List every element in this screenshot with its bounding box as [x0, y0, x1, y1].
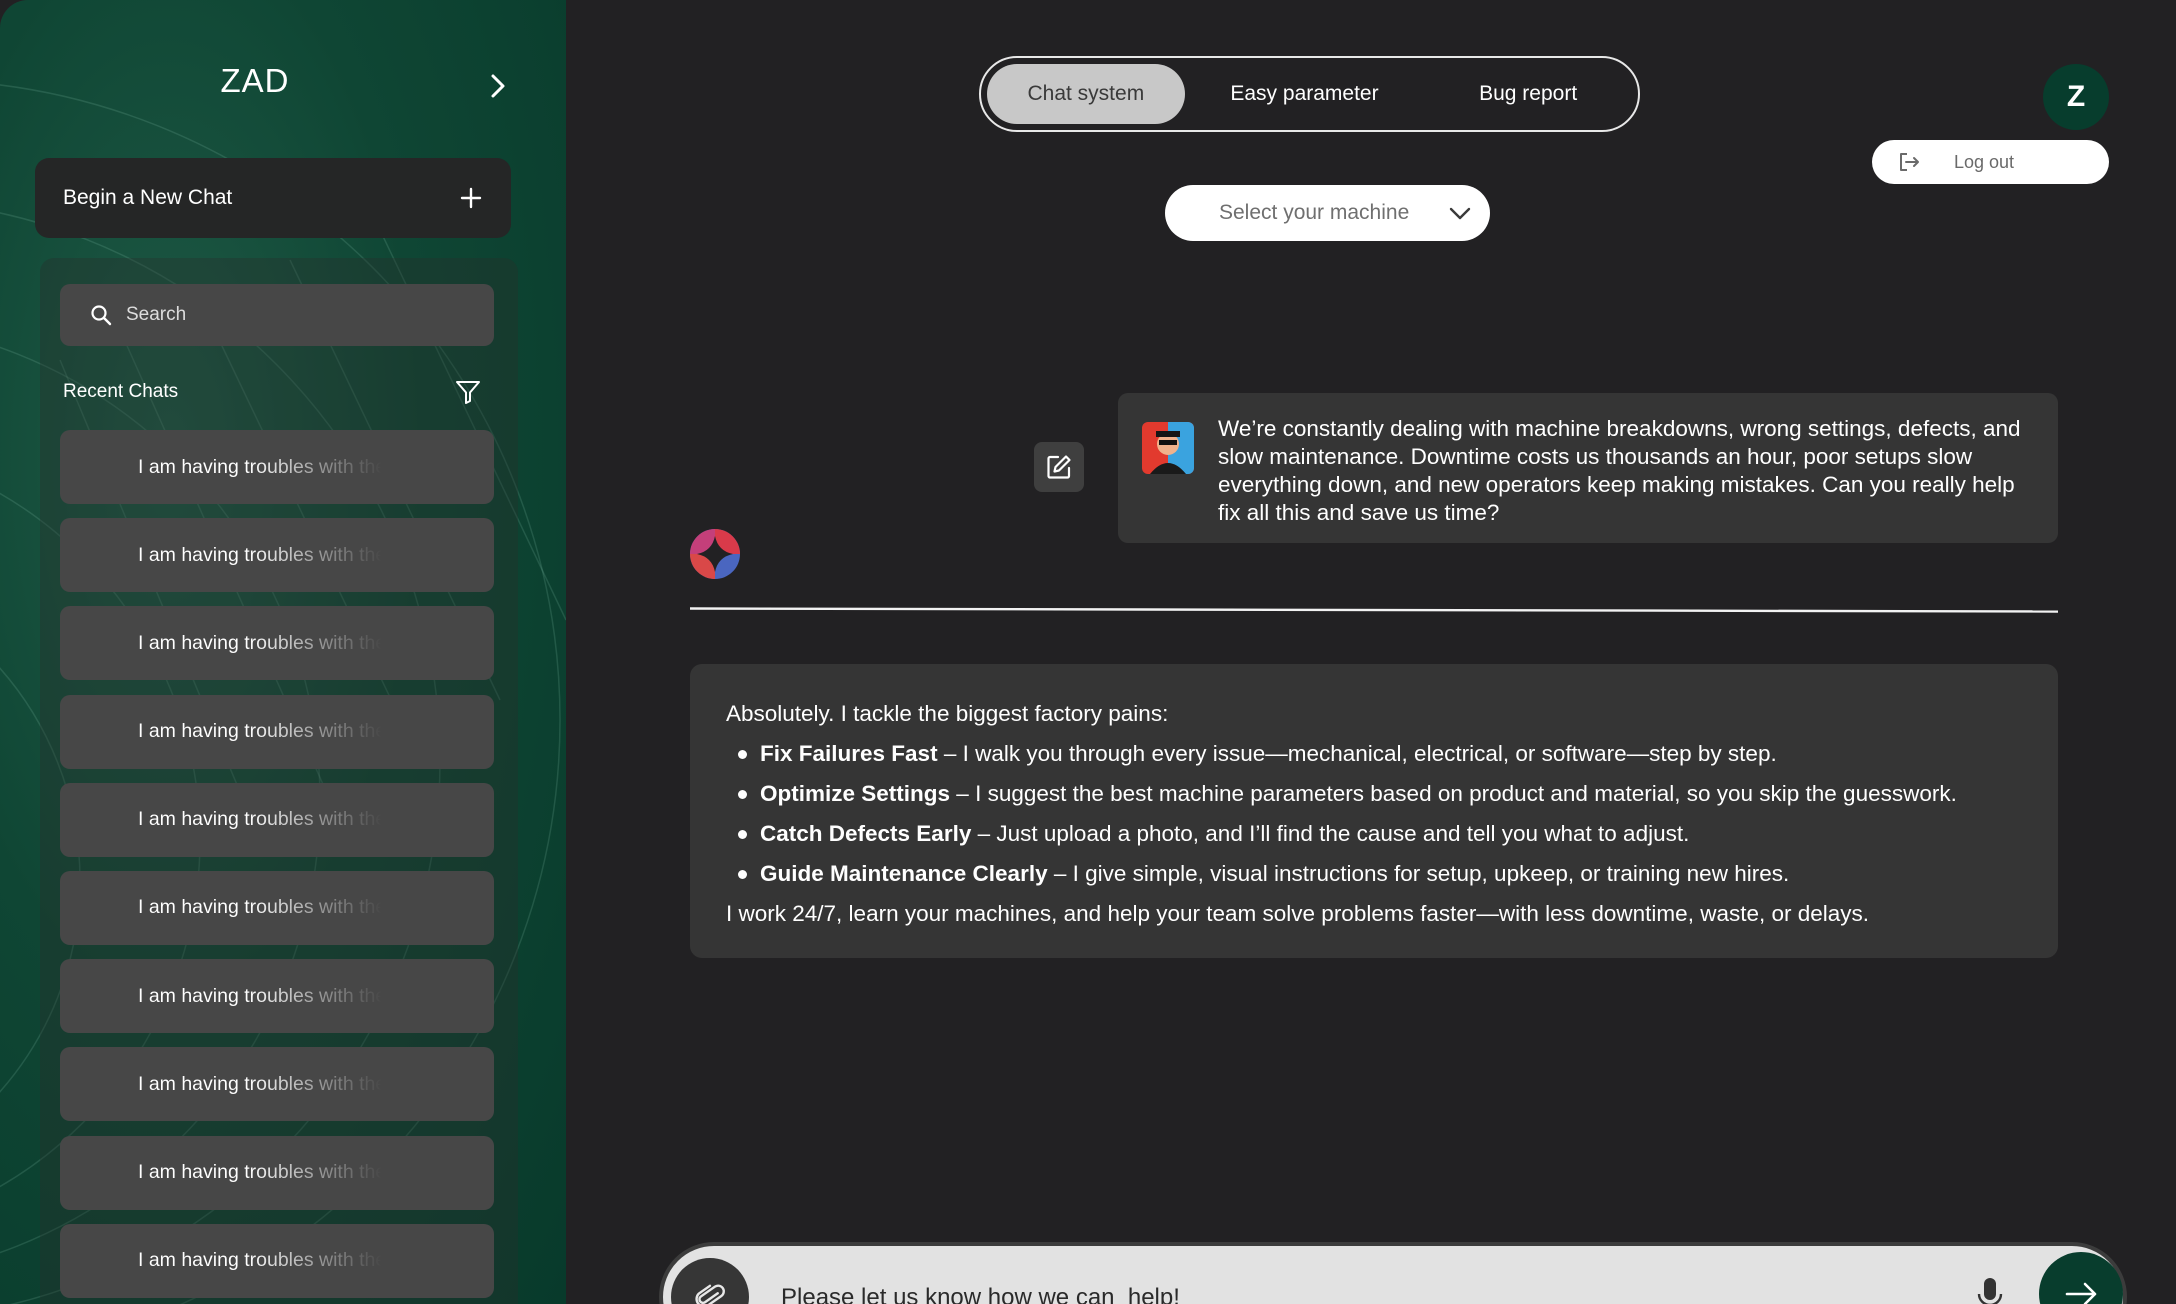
point-text: I walk you through every issue—mechanica… — [962, 741, 1777, 766]
message-composer — [659, 1242, 2127, 1304]
point-text: Just upload a photo, and I’ll find the c… — [996, 821, 1690, 846]
user-avatar[interactable]: Z — [2043, 64, 2109, 130]
search-icon — [91, 305, 112, 326]
assistant-message-bubble: Absolutely. I tackle the biggest factory… — [690, 664, 2058, 958]
mode-tabs: Chat system Easy parameter Bug report — [979, 56, 1640, 132]
plus-icon — [460, 187, 482, 209]
chat-history-item-label: I am having troubles with the — [138, 1249, 382, 1272]
chat-history-item[interactable]: I am having troubles with the — [60, 694, 494, 769]
chat-history-item[interactable]: I am having troubles with the — [60, 430, 494, 504]
message-divider — [690, 607, 2058, 613]
point-separator: – — [1047, 861, 1073, 886]
tab-easy-parameter[interactable]: Easy parameter — [1185, 64, 1425, 124]
chat-history-item[interactable]: I am having troubles with the — [60, 1223, 494, 1298]
chat-history-item[interactable]: I am having troubles with the — [60, 1047, 494, 1122]
paperclip-icon — [695, 1284, 725, 1304]
user-message-text: We’re constantly dealing with machine br… — [1218, 416, 2021, 525]
machine-select-dropdown[interactable]: Select your machine — [1165, 185, 1490, 241]
tab-bug-report[interactable]: Bug report — [1424, 64, 1632, 124]
chat-history-item-label: I am having troubles with the — [138, 1161, 382, 1183]
logout-label: Log out — [1954, 151, 2015, 172]
point-title: Optimize Settings — [760, 781, 951, 806]
chat-history-item[interactable]: I am having troubles with the — [60, 1135, 494, 1210]
point-title: Fix Failures Fast — [760, 741, 938, 766]
chat-history-item[interactable]: I am having troubles with the — [60, 870, 494, 945]
send-button[interactable] — [2039, 1252, 2123, 1304]
brand-logo-text: ZAD — [220, 62, 290, 99]
chat-history-item-label: I am having troubles with the — [138, 984, 382, 1007]
chat-history-item[interactable]: I am having troubles with the — [60, 606, 494, 681]
point-text: I give simple, visual instructions for s… — [1072, 861, 1790, 886]
chat-history-item-label: I am having troubles with the — [138, 1072, 382, 1095]
microphone-button[interactable] — [1973, 1274, 2007, 1304]
machine-select-placeholder: Select your machine — [1219, 201, 1410, 224]
chat-history-item-label: I am having troubles with the — [138, 808, 382, 831]
filter-button[interactable] — [453, 377, 483, 407]
point-separator: – — [971, 821, 997, 846]
collapse-sidebar-button[interactable] — [478, 66, 518, 106]
assistant-intro: Absolutely. I tackle the biggest factory… — [726, 701, 1169, 726]
chat-history-item-label: I am having troubles with the — [138, 631, 382, 654]
message-input[interactable] — [781, 1278, 1881, 1304]
point-title: Guide Maintenance Clearly — [760, 861, 1048, 886]
point-separator: – — [950, 781, 976, 806]
tab-chat-system[interactable]: Chat system — [987, 64, 1185, 124]
recent-chats-heading: Recent Chats — [63, 381, 179, 402]
microphone-icon — [1977, 1278, 2003, 1304]
filter-icon — [456, 381, 480, 404]
search-input[interactable]: Search — [60, 284, 494, 346]
chat-history-item[interactable]: I am having troubles with the — [60, 782, 494, 857]
search-placeholder: Search — [126, 304, 187, 325]
new-chat-button[interactable]: Begin a New Chat — [35, 158, 511, 238]
sidebar: ZAD Begin a New Chat Search Recent Chats… — [0, 0, 566, 1304]
chevron-right-icon — [491, 74, 505, 98]
logout-icon — [1900, 153, 1919, 171]
chat-history-item[interactable]: I am having troubles with the — [60, 959, 494, 1034]
edit-message-button[interactable] — [1034, 442, 1084, 492]
point-text: I suggest the best machine parameters ba… — [975, 781, 1957, 806]
user-message-avatar — [1142, 422, 1194, 474]
edit-icon — [1047, 455, 1071, 479]
list-item: Optimize Settings – I suggest the best m… — [726, 774, 2022, 814]
chat-history-item[interactable]: I am having troubles with the — [60, 518, 494, 593]
list-item: Fix Failures Fast – I walk you through e… — [726, 734, 2022, 774]
chat-history-item-label: I am having troubles with the — [138, 720, 382, 743]
chat-history-item-label: I am having troubles with the — [138, 896, 382, 919]
chat-history-item-label: I am having troubles with the — [138, 455, 382, 478]
list-item: Guide Maintenance Clearly – I give simpl… — [726, 854, 2022, 894]
chevron-down-icon — [1449, 207, 1471, 220]
arrow-right-icon — [2065, 1282, 2097, 1304]
recent-chats-list: I am having troubles with the I am havin… — [60, 430, 494, 1304]
logout-button[interactable]: Log out — [1872, 140, 2109, 184]
user-message-bubble: We’re constantly dealing with machine br… — [1118, 393, 2058, 543]
assistant-points-list: Fix Failures Fast – I walk you through e… — [726, 734, 2022, 894]
point-separator: – — [937, 741, 963, 766]
point-title: Catch Defects Early — [760, 821, 972, 846]
attach-button[interactable] — [671, 1258, 749, 1304]
list-item: Catch Defects Early – Just upload a phot… — [726, 814, 2022, 854]
chat-history-item-label: I am having troubles with the — [138, 543, 382, 566]
assistant-outro: I work 24/7, learn your machines, and he… — [726, 901, 1870, 926]
bot-logo-icon — [690, 529, 740, 579]
new-chat-label: Begin a New Chat — [63, 186, 233, 209]
